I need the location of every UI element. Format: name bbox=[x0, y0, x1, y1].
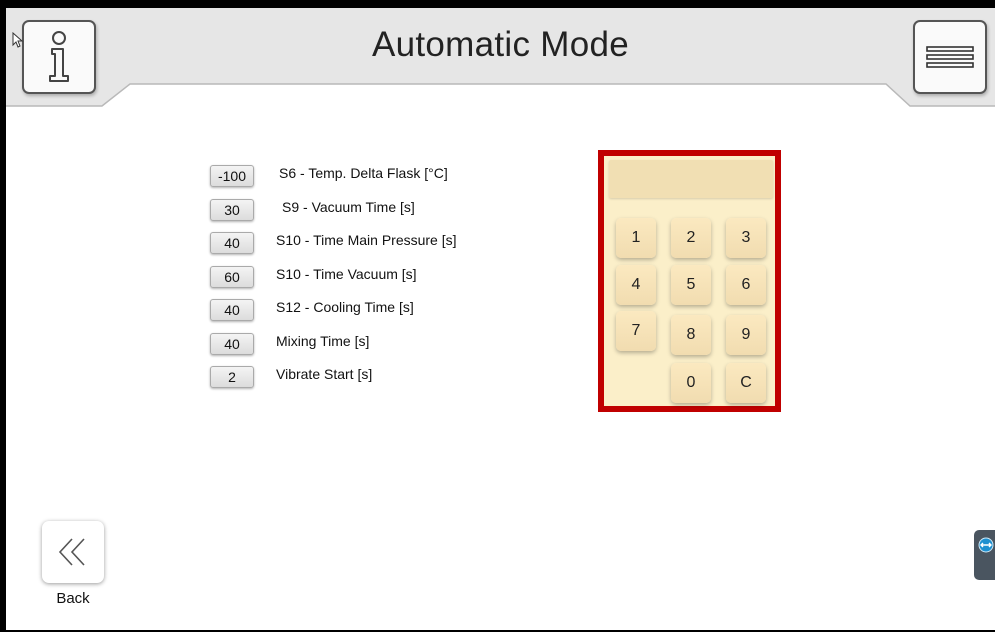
back-label: Back bbox=[56, 590, 90, 607]
time-main-pressure-label: S10 - Time Main Pressure [s] bbox=[276, 232, 457, 248]
keypad-key-clear[interactable]: C bbox=[726, 363, 766, 403]
vacuum-time-label: S9 - Vacuum Time [s] bbox=[282, 198, 415, 215]
keypad-key-5[interactable]: 5 bbox=[671, 265, 711, 305]
menu-button[interactable] bbox=[913, 20, 987, 94]
keypad-key-6[interactable]: 6 bbox=[726, 265, 766, 305]
mixing-time-label: Mixing Time [s] bbox=[276, 332, 370, 349]
screen: Automatic Mode -100 S6 - Temp. Delta Fla… bbox=[6, 8, 995, 630]
side-support-tab[interactable] bbox=[974, 530, 995, 580]
keypad-display bbox=[609, 160, 773, 198]
keypad-key-7[interactable]: 7 bbox=[616, 311, 656, 351]
cooling-time-label: S12 - Cooling Time [s] bbox=[276, 299, 414, 315]
time-vacuum-value[interactable]: 60 bbox=[210, 265, 254, 288]
keypad-key-4[interactable]: 4 bbox=[616, 265, 656, 305]
keypad-key-8[interactable]: 8 bbox=[671, 315, 711, 355]
info-icon bbox=[49, 31, 69, 82]
keypad-key-1[interactable]: 1 bbox=[616, 218, 656, 258]
time-main-pressure-value[interactable]: 40 bbox=[210, 232, 254, 254]
keypad-key-9[interactable]: 9 bbox=[726, 315, 766, 355]
numeric-keypad: 1 2 3 4 5 6 7 8 9 0 C bbox=[598, 150, 781, 412]
cooling-time-value[interactable]: 40 bbox=[210, 299, 254, 321]
remote-support-icon bbox=[978, 537, 994, 553]
back-button[interactable] bbox=[42, 521, 104, 583]
time-vacuum-label: S10 - Time Vacuum [s] bbox=[276, 265, 417, 282]
vacuum-time-value[interactable]: 30 bbox=[210, 198, 254, 221]
temp-delta-flask-label: S6 - Temp. Delta Flask [°C] bbox=[279, 165, 448, 181]
page-title: Automatic Mode bbox=[371, 25, 630, 64]
hamburger-menu-icon bbox=[926, 46, 974, 68]
vibrate-start-value[interactable]: 2 bbox=[210, 366, 254, 388]
mouse-pointer-icon bbox=[12, 32, 24, 48]
info-button[interactable] bbox=[22, 20, 96, 94]
keypad-key-0[interactable]: 0 bbox=[671, 363, 711, 403]
mixing-time-value[interactable]: 40 bbox=[210, 332, 254, 355]
temp-delta-flask-value[interactable]: -100 bbox=[210, 165, 254, 187]
keypad-key-3[interactable]: 3 bbox=[726, 218, 766, 258]
vibrate-start-label: Vibrate Start [s] bbox=[276, 366, 373, 382]
keypad-key-2[interactable]: 2 bbox=[671, 218, 711, 258]
double-chevron-left-icon bbox=[58, 538, 85, 566]
